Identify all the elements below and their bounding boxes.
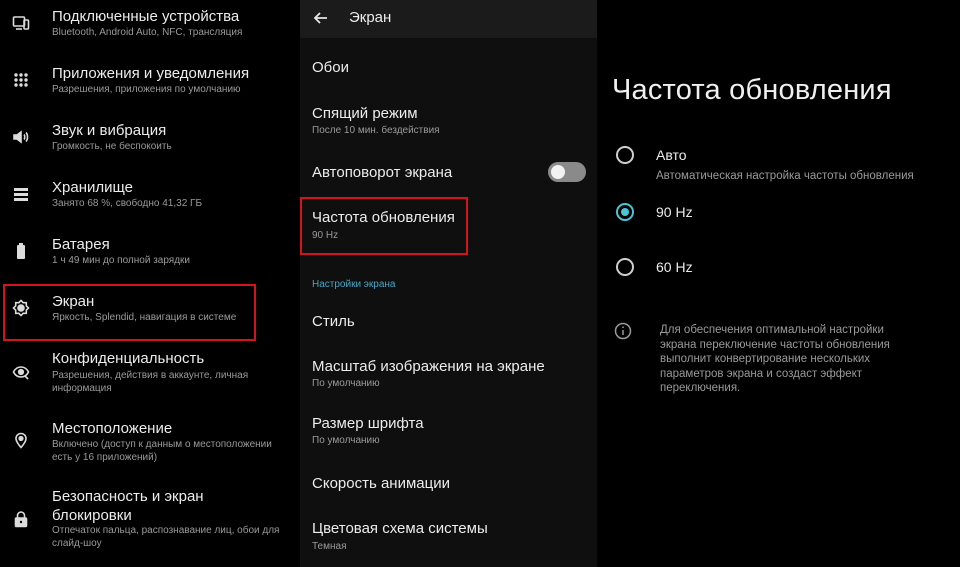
option-label: 90 Hz — [656, 204, 693, 220]
radio-90hz[interactable] — [616, 203, 634, 221]
menu-item-connected-devices[interactable]: Подключенные устройства Bluetooth, Andro… — [0, 0, 296, 50]
menu-item-subtitle: Включено (доступ к данным о местоположен… — [52, 439, 272, 463]
menu-item-privacy[interactable]: Конфиденциальность Разрешения, действия … — [0, 343, 296, 399]
menu-item-title: Подключенные устройства — [52, 8, 240, 25]
menu-item-title: Хранилище — [52, 179, 133, 196]
radio-auto[interactable] — [616, 146, 634, 164]
menu-item-title: Местоположение — [52, 420, 173, 437]
volume-icon — [12, 128, 30, 146]
menu-item-subtitle: Bluetooth, Android Auto, NFC, трансляция — [52, 27, 243, 38]
radio-60hz[interactable] — [616, 258, 634, 276]
menu-item-storage[interactable]: Хранилище Занято 68 %, свободно 41,32 ГБ — [0, 171, 296, 221]
setting-subtitle: Темная — [312, 541, 347, 552]
menu-item-subtitle: Занято 68 %, свободно 41,32 ГБ — [52, 198, 203, 209]
setting-subtitle: После 10 мин. бездействия — [312, 125, 440, 136]
privacy-eye-icon — [12, 363, 30, 381]
menu-item-sound[interactable]: Звук и вибрация Громкость, не беспокоить — [0, 114, 296, 164]
apps-icon — [12, 71, 30, 89]
setting-title: Размер шрифта — [312, 415, 424, 432]
refresh-rate-dialog: Частота обновления Авто Автоматическая н… — [600, 0, 960, 567]
menu-item-title: Приложения и уведомления — [52, 65, 250, 82]
dialog-title: Частота обновления — [612, 74, 892, 106]
location-pin-icon — [12, 431, 30, 449]
menu-item-battery[interactable]: Батарея 1 ч 49 мин до полной зарядки — [0, 228, 296, 278]
menu-item-title: Безопасность и экран блокировки — [52, 488, 204, 524]
option-description: Автоматическая настройка частоты обновле… — [656, 170, 914, 182]
setting-title: Масштаб изображения на экране — [312, 358, 545, 375]
menu-item-subtitle: Разрешения, действия в аккаунте, личная … — [52, 370, 249, 394]
menu-item-subtitle: Громкость, не беспокоить — [52, 141, 172, 152]
section-header: Настройки экрана — [312, 279, 396, 290]
setting-title: Цветовая схема системы — [312, 520, 488, 537]
setting-title: Скорость анимации — [312, 475, 450, 492]
menu-item-title: Конфиденциальность — [52, 350, 205, 367]
menu-item-subtitle: Разрешения, приложения по умолчанию — [52, 84, 241, 95]
lock-icon — [12, 510, 30, 528]
menu-item-title: Звук и вибрация — [52, 122, 167, 139]
storage-icon — [12, 185, 30, 203]
menu-item-subtitle: 1 ч 49 мин до полной зарядки — [52, 255, 191, 266]
menu-item-security[interactable]: Безопасность и экран блокировки Отпечато… — [0, 481, 296, 561]
setting-title: Стиль — [312, 313, 355, 330]
menu-item-location[interactable]: Местоположение Включено (доступ к данным… — [0, 412, 296, 474]
auto-rotate-toggle[interactable] — [548, 162, 586, 182]
info-icon — [614, 322, 632, 340]
option-label: 60 Hz — [656, 259, 693, 275]
menu-item-apps-notifications[interactable]: Приложения и уведомления Разрешения, при… — [0, 57, 296, 107]
battery-icon — [12, 242, 30, 260]
menu-item-title: Батарея — [52, 236, 110, 253]
display-settings-panel: Экран Обои Спящий режим После 10 мин. бе… — [300, 0, 597, 567]
page-title: Экран — [349, 9, 392, 26]
info-text: Для обеспечения оптимальной настройки эк… — [660, 324, 890, 394]
devices-icon — [12, 14, 30, 32]
setting-subtitle: По умолчанию — [312, 378, 380, 389]
refresh-rate-highlight-frame — [300, 197, 468, 255]
option-label: Авто — [656, 147, 687, 163]
setting-title: Спящий режим — [312, 105, 418, 122]
app-bar: Экран — [300, 0, 597, 38]
setting-subtitle: По умолчанию — [312, 435, 380, 446]
setting-title: Обои — [312, 59, 349, 76]
back-arrow-icon[interactable] — [312, 9, 330, 27]
settings-main-list: Подключенные устройства Bluetooth, Andro… — [0, 0, 296, 567]
menu-item-subtitle: Отпечаток пальца, распознавание лиц, обо… — [52, 525, 280, 549]
toggle-knob — [551, 165, 565, 179]
display-highlight-frame — [3, 284, 256, 341]
setting-title: Автоповорот экрана — [312, 164, 453, 181]
